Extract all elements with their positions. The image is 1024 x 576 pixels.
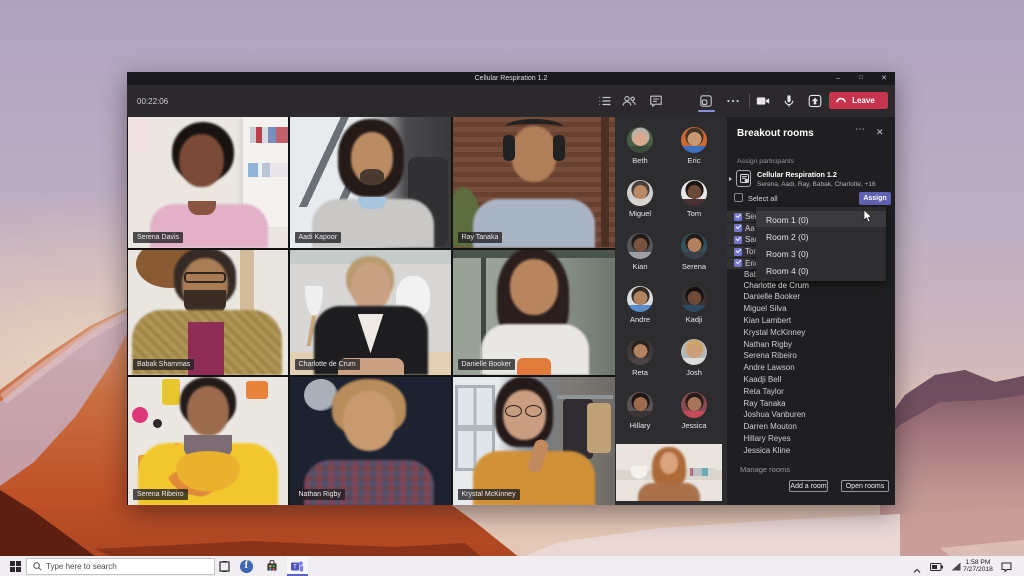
svg-text:T: T bbox=[293, 565, 297, 571]
